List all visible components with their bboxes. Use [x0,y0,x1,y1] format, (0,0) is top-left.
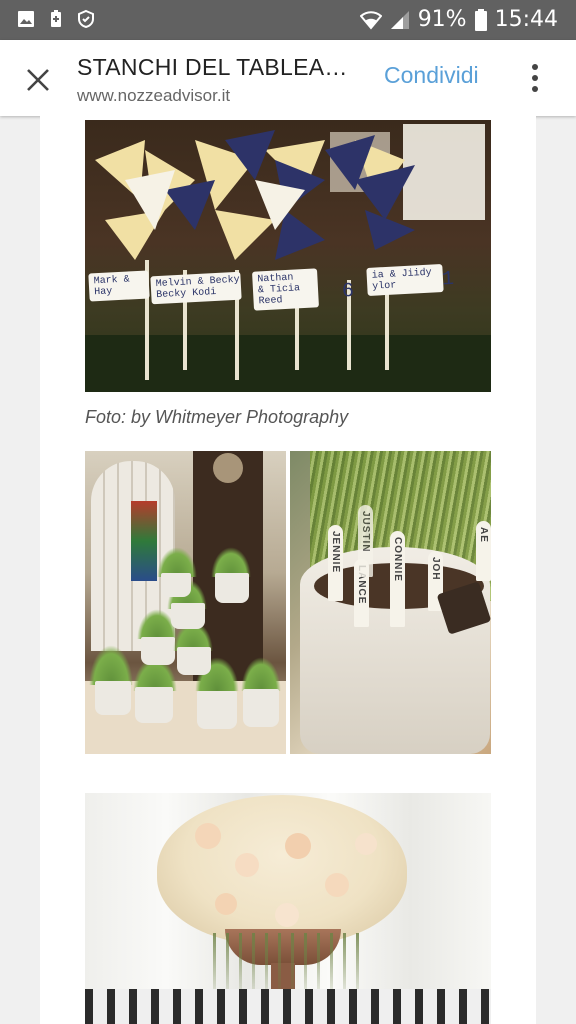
clock [213,453,243,483]
name-tag: JENNIE [328,525,343,601]
pinwheel-escort-cards-photo[interactable]: Mark & Hay Melvin & Becky Becky Kodi Nat… [85,120,491,392]
browser-toolbar: STANCHI DEL TABLEA… www.nozzeadvisor.it … [0,40,576,116]
battery-icon [474,8,487,31]
share-button[interactable]: Condividi [384,62,479,89]
name-tag: CONNIE [390,531,405,627]
place-card: Nathan & Ticia Reed [252,268,319,311]
clock: 15:44 [494,7,558,32]
name-tag: JUSTIN [358,505,373,577]
pot [171,603,205,629]
battery-saver-icon [51,10,61,27]
page-url: www.nozzeadvisor.it [77,86,231,105]
battery-percent: 91% [417,7,467,32]
herb-pot-closeup-photo[interactable]: JENNIE LANCE CONNIE JOH JUSTIN AE [290,451,491,754]
signal-icon [390,10,409,29]
more-vert-dot [532,86,538,92]
photo-caption: Foto: by Whitmeyer Photography [85,407,349,427]
name-tag: AE [476,521,491,581]
pot [95,681,131,715]
pot [177,647,211,675]
more-vert-dot [532,75,538,81]
rose [325,873,349,897]
place-card: ia & Jiidy ylor [366,264,444,296]
place-card: Mark & Hay [88,270,150,302]
more-options-button[interactable] [520,60,550,96]
status-bar: 91% 15:44 [0,0,576,40]
rose [285,833,311,859]
pot [197,691,237,729]
pot [215,573,249,603]
status-system-icons: 91% 15:44 [359,7,558,32]
rose [215,893,237,915]
close-button[interactable] [18,60,58,100]
wifi-icon [359,10,382,30]
stained-glass-accent [131,501,157,581]
pot [243,689,279,727]
table-number: 1 [441,267,455,292]
pot [141,637,175,665]
escort-card-table [85,989,491,1024]
rose [275,903,299,927]
table-number: 6 [341,279,355,304]
status-notification-icons [16,9,96,29]
rose [235,853,259,877]
pot [161,573,191,597]
close-icon [27,69,49,91]
shield-icon [78,9,94,29]
place-card: Melvin & Becky Becky Kodi [150,271,242,305]
rose [195,823,221,849]
herb [241,657,281,691]
herb-pots-table-photo[interactable] [85,451,286,754]
rose-centerpiece-photo[interactable] [85,793,491,1024]
page-title: STANCHI DEL TABLEA… [77,54,348,80]
more-vert-icon [532,64,538,70]
gallery-icon [18,11,34,27]
rose [355,833,377,855]
herb [89,645,133,685]
pot [135,687,173,723]
